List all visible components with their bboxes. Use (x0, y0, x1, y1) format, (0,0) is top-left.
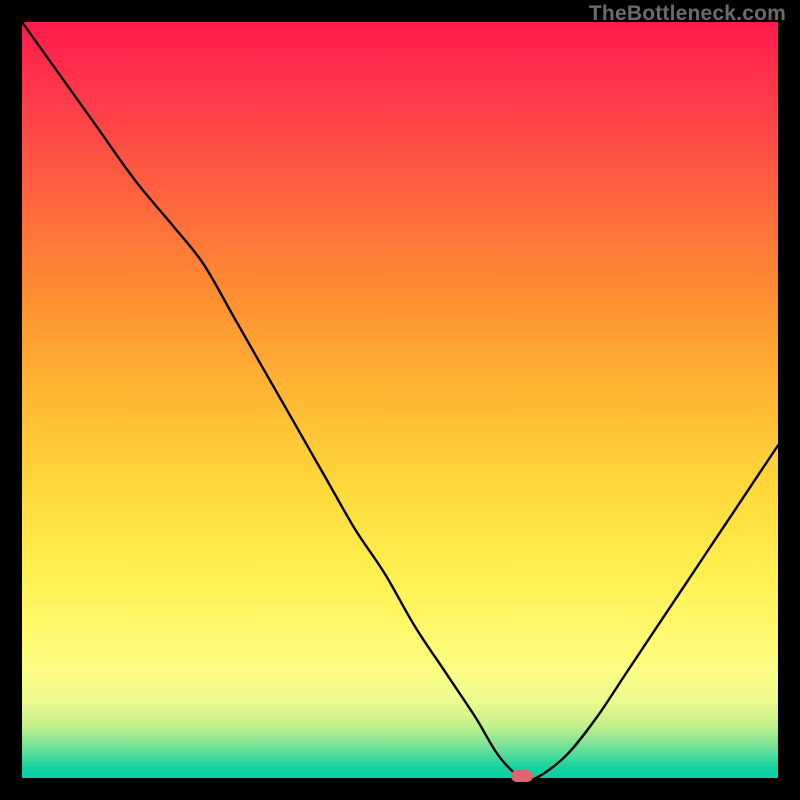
optimum-marker (511, 770, 533, 782)
plot-area (22, 22, 778, 778)
chart-frame: TheBottleneck.com (0, 0, 800, 800)
bottleneck-curve (22, 22, 778, 778)
